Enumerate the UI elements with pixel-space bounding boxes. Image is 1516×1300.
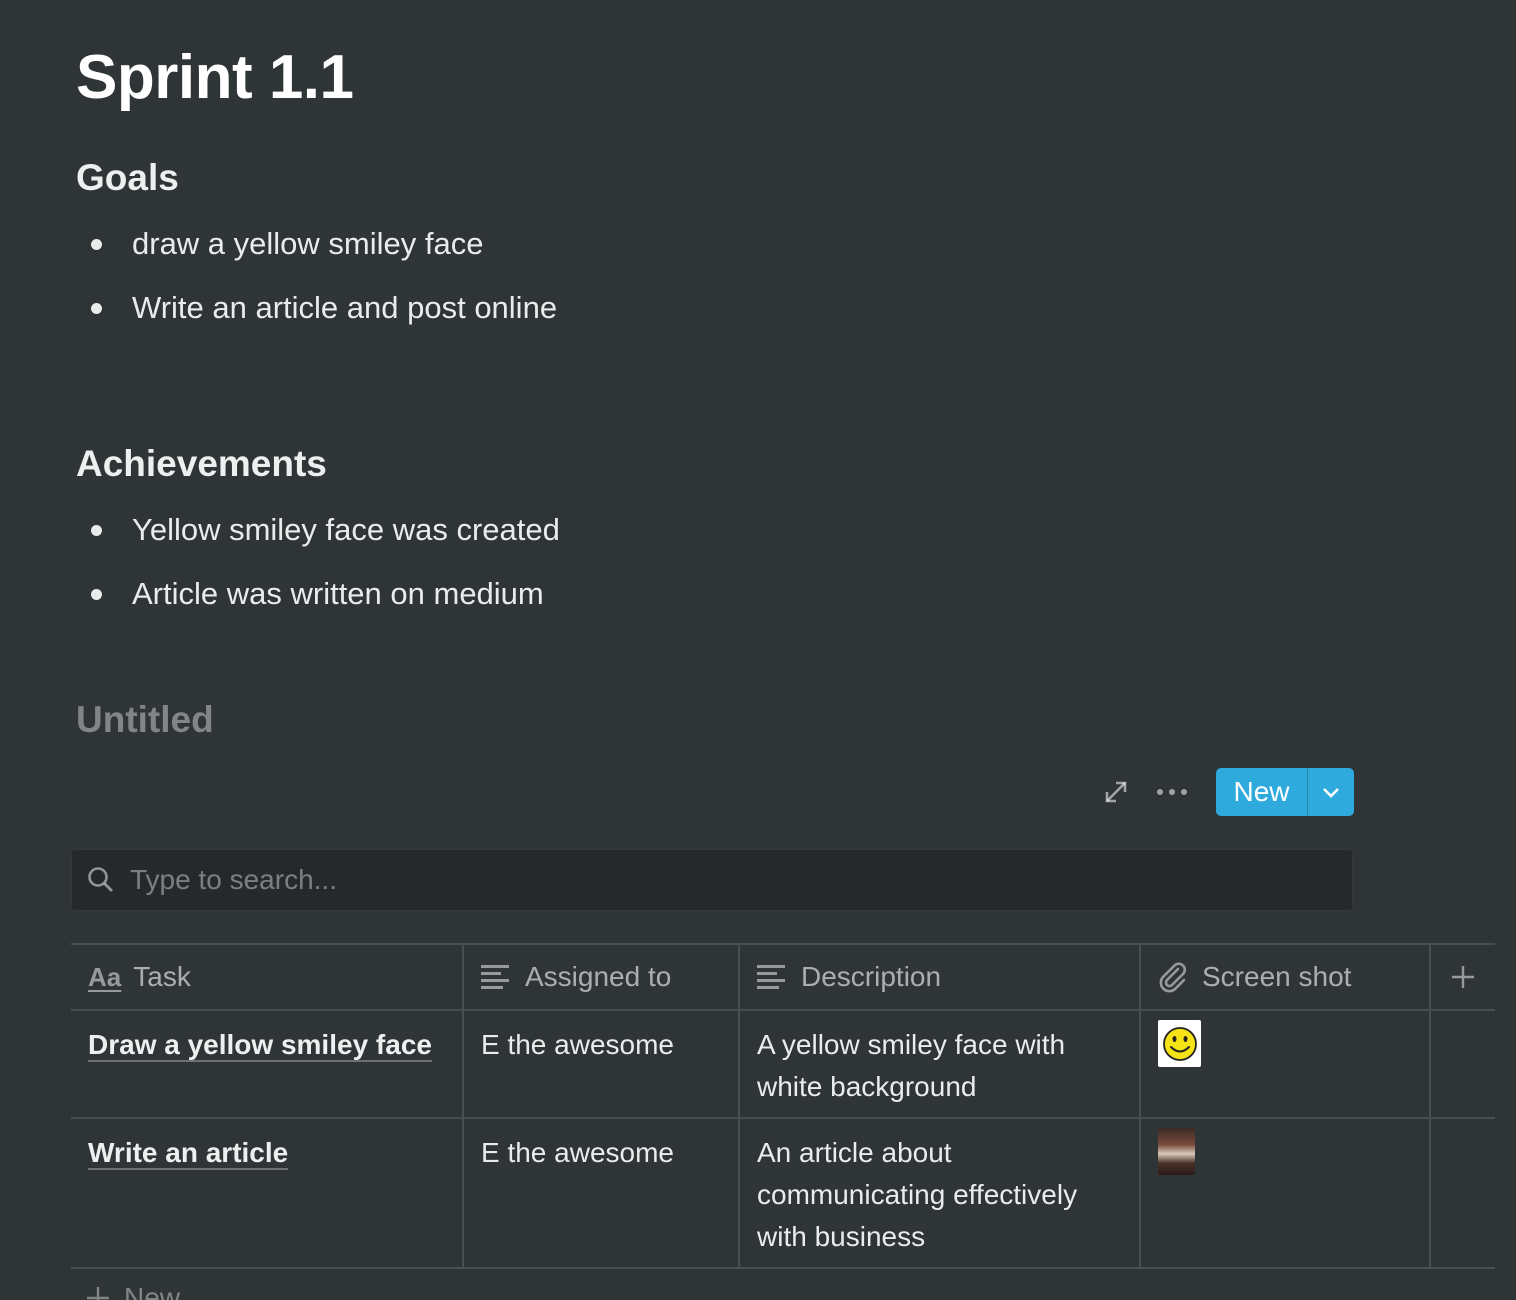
bullet-icon <box>91 525 102 536</box>
assigned-cell[interactable]: E the awesome <box>464 1119 740 1267</box>
column-header-label: Task <box>133 961 191 992</box>
bullet-icon <box>91 589 102 600</box>
list-item[interactable]: Write an article and post online <box>86 276 557 340</box>
photo-thumbnail[interactable] <box>1158 1128 1195 1175</box>
chevron-down-icon[interactable] <box>1308 768 1354 816</box>
table-header: Aa Task Assigned to Description Screen s… <box>71 945 1495 1011</box>
table-row[interactable]: Write an article E the awesome An articl… <box>71 1119 1495 1269</box>
achievements-list: Yellow smiley face was created Article w… <box>86 498 560 626</box>
column-header-label: Description <box>801 961 942 992</box>
description-line: communicating effectively <box>757 1179 1078 1210</box>
column-header-screenshot[interactable]: Screen shot <box>1141 945 1431 1009</box>
search-input[interactable] <box>128 863 1312 897</box>
smiley-thumbnail[interactable] <box>1158 1020 1201 1067</box>
more-options-icon[interactable] <box>1148 768 1196 816</box>
new-button-group: New <box>1216 768 1354 816</box>
description-cell[interactable]: An article about communicating effective… <box>740 1119 1141 1267</box>
table-row[interactable]: Draw a yellow smiley face E the awesome … <box>71 1011 1495 1119</box>
screenshot-cell[interactable] <box>1141 1011 1431 1117</box>
column-header-description[interactable]: Description <box>740 945 1141 1009</box>
page: Sprint 1.1 Goals draw a yellow smiley fa… <box>0 0 1516 1300</box>
achievements-heading[interactable]: Achievements <box>76 442 327 486</box>
search-bar <box>71 849 1353 911</box>
task-title-link[interactable]: Write an article <box>88 1137 289 1170</box>
empty-cell <box>1431 1011 1495 1117</box>
list-item-text: Article was written on medium <box>132 576 544 611</box>
list-item[interactable]: draw a yellow smiley face <box>86 212 557 276</box>
add-row-button[interactable]: New <box>86 1282 180 1300</box>
description-line: white background <box>757 1071 977 1102</box>
paperclip-icon <box>1158 961 1188 993</box>
goals-heading[interactable]: Goals <box>76 156 179 200</box>
add-column-cell <box>1431 945 1495 1009</box>
bullet-icon <box>91 239 102 250</box>
description-line: with business <box>757 1221 926 1252</box>
column-header-task[interactable]: Aa Task <box>71 945 464 1009</box>
goals-list: draw a yellow smiley face Write an artic… <box>86 212 557 340</box>
plus-icon[interactable] <box>1431 945 1495 1009</box>
task-cell[interactable]: Draw a yellow smiley face <box>71 1011 464 1117</box>
open-full-page-icon[interactable] <box>1092 768 1140 816</box>
screenshot-cell[interactable] <box>1141 1119 1431 1267</box>
database-title[interactable]: Untitled <box>76 696 214 744</box>
task-title-link[interactable]: Draw a yellow smiley face <box>88 1029 432 1062</box>
list-item[interactable]: Article was written on medium <box>86 562 560 626</box>
task-cell[interactable]: Write an article <box>71 1119 464 1267</box>
plus-icon <box>87 1287 109 1300</box>
add-row-label: New <box>124 1282 181 1300</box>
smiley-face-icon <box>1162 1026 1197 1061</box>
list-item-text: Write an article and post online <box>132 290 558 325</box>
database-toolbar: New <box>1092 768 1354 816</box>
title-property-icon: Aa <box>88 961 122 992</box>
search-icon <box>86 865 116 895</box>
description-line: A yellow smiley face with <box>757 1029 1066 1060</box>
database-table: Aa Task Assigned to Description Screen s… <box>71 943 1495 1269</box>
new-button[interactable]: New <box>1216 768 1308 816</box>
empty-cell <box>1431 1119 1495 1267</box>
description-line: An article about <box>757 1137 952 1168</box>
column-header-assigned[interactable]: Assigned to <box>464 945 740 1009</box>
column-header-label: Screen shot <box>1202 961 1352 992</box>
list-item-text: draw a yellow smiley face <box>132 226 484 261</box>
bullet-icon <box>91 303 102 314</box>
assigned-cell[interactable]: E the awesome <box>464 1011 740 1117</box>
list-item-text: Yellow smiley face was created <box>132 512 560 547</box>
text-property-icon <box>757 963 787 991</box>
page-title[interactable]: Sprint 1.1 <box>76 38 354 118</box>
column-header-label: Assigned to <box>525 961 672 992</box>
text-property-icon <box>481 963 511 991</box>
list-item[interactable]: Yellow smiley face was created <box>86 498 560 562</box>
description-cell[interactable]: A yellow smiley face with white backgrou… <box>740 1011 1141 1117</box>
